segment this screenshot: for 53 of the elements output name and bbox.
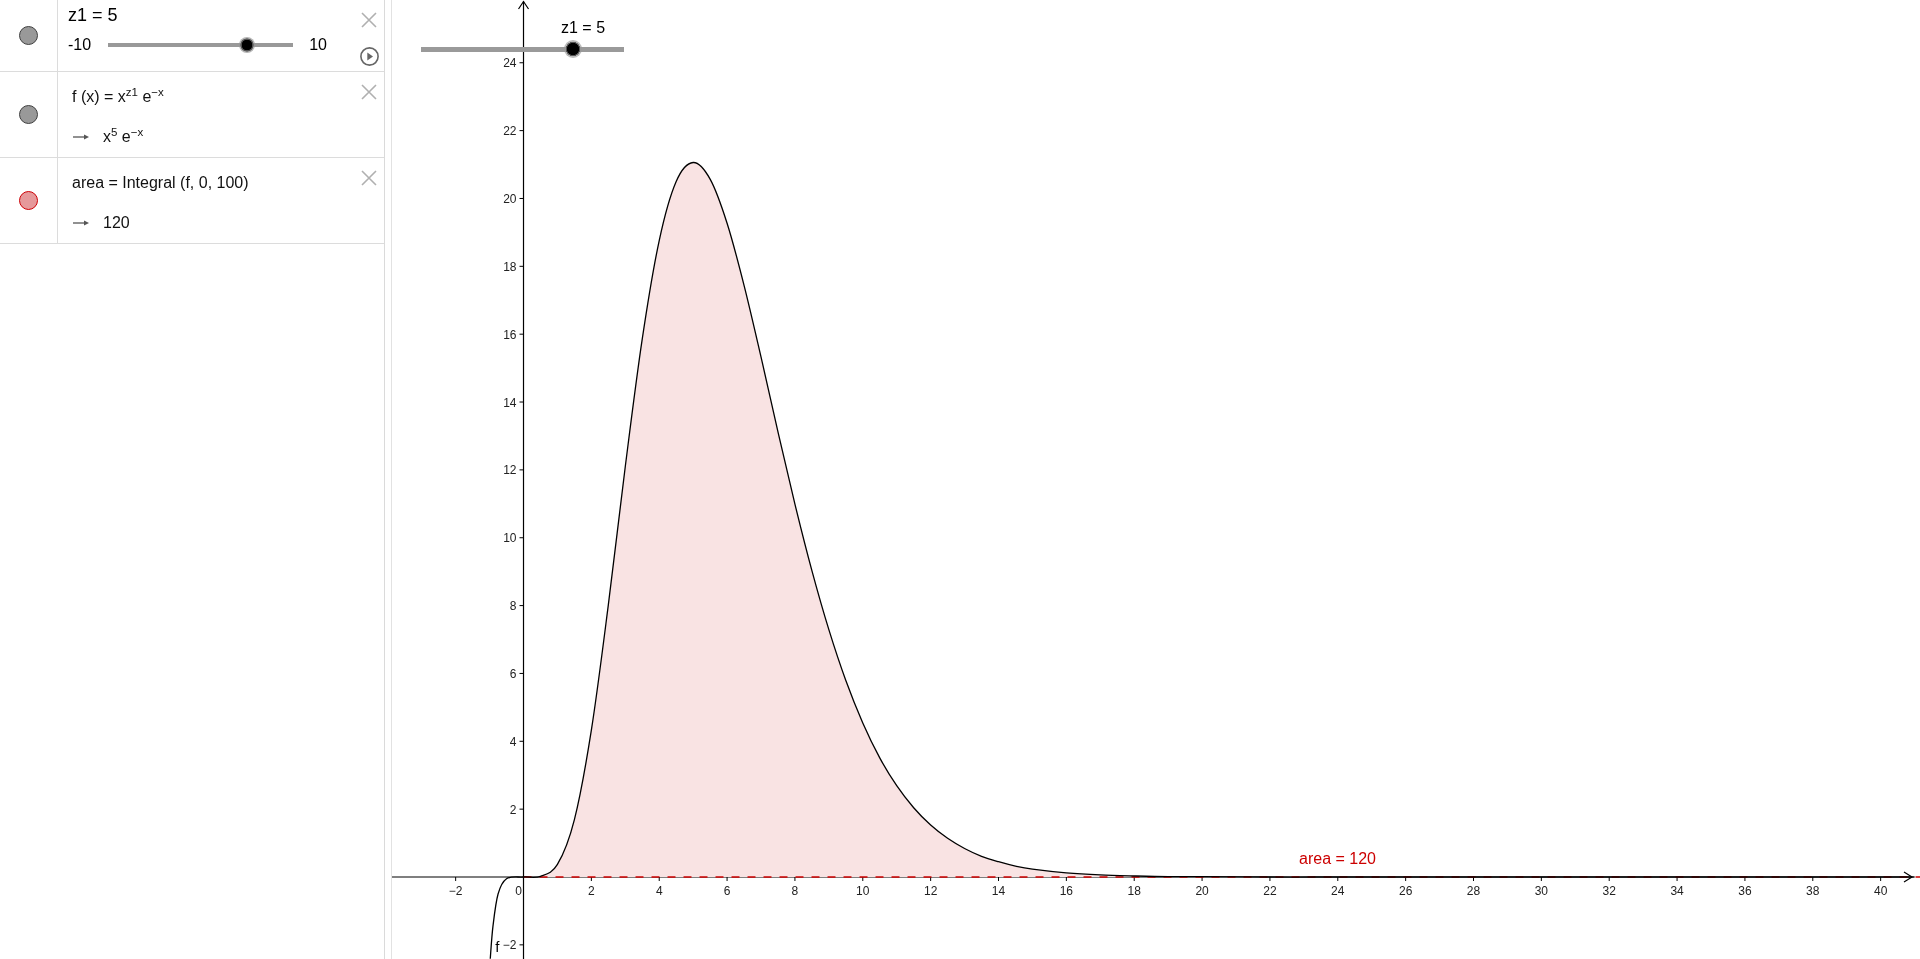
x-tick-label: 32 [1602,884,1616,898]
y-tick-label: 12 [503,463,517,478]
y-tick-label: 20 [503,191,517,206]
x-tick-label: 28 [1466,884,1481,898]
x-tick-label: 16 [1059,884,1074,898]
x-tick-label: 30 [1534,884,1549,898]
y-tick-label: 24 [503,56,517,71]
y-tick-label: 10 [503,531,517,546]
y-tick-label: 16 [503,327,517,342]
dot-icon[interactable] [19,191,38,210]
x-tick-label: 18 [1127,884,1141,898]
x-tick-label: 20 [1195,884,1209,898]
x-tick-label: 8 [791,884,799,898]
function-label: f [495,937,500,955]
x-tick-label: 10 [856,884,870,898]
definition-text: area = Integral (f, 0, 100) [72,173,249,193]
x-tick-label: 0 [515,884,522,898]
x-tick-label: 26 [1398,884,1413,898]
x-tick-label: 12 [923,884,938,898]
slider-thumb[interactable] [238,37,255,53]
right-arrow-icon [73,220,89,226]
y-tick-label: 22 [503,124,517,139]
x-tick-label: 24 [1331,884,1345,898]
y-tick-label: 2 [509,802,517,817]
slider-min-label: -10 [68,35,92,55]
area-label: area = 120 [1299,850,1376,867]
y-tick-label: −2 [502,938,517,953]
dot-icon[interactable] [19,105,38,124]
x-tick-label: 38 [1806,884,1820,898]
output-text: 120 [103,213,130,233]
definition-text: z1 = 5 [68,4,118,26]
play-icon[interactable] [359,47,379,66]
x-tick-label: −2 [448,884,463,898]
y-tick-label: 14 [503,395,517,410]
y-tick-label: 6 [509,666,517,681]
x-tick-label: 4 [655,884,663,898]
definition-text: f (x) = x$^{z1}$ e$^{−x}$ [72,87,164,107]
x-tick-label: 36 [1738,884,1752,898]
x-tick-label: 14 [991,884,1006,898]
x-tick-label: 2 [588,884,595,898]
output-text: x$^{5}$ e$^{−x}$ [103,127,144,147]
y-tick-label: 4 [509,734,517,749]
x-tick-label: 40 [1873,884,1888,898]
x-tick-label: 22 [1263,884,1277,898]
y-tick-label: 18 [503,259,517,274]
dot-icon[interactable] [19,26,38,45]
slider-max-label: 10 [309,35,327,55]
x-tick-label: 34 [1670,884,1684,898]
y-tick-label: 8 [509,599,517,614]
slider-thumb[interactable] [564,40,583,58]
x-tick-label: 6 [723,884,731,898]
right-arrow-icon [73,134,89,140]
slider-caption: z1 = 5 [561,19,606,37]
